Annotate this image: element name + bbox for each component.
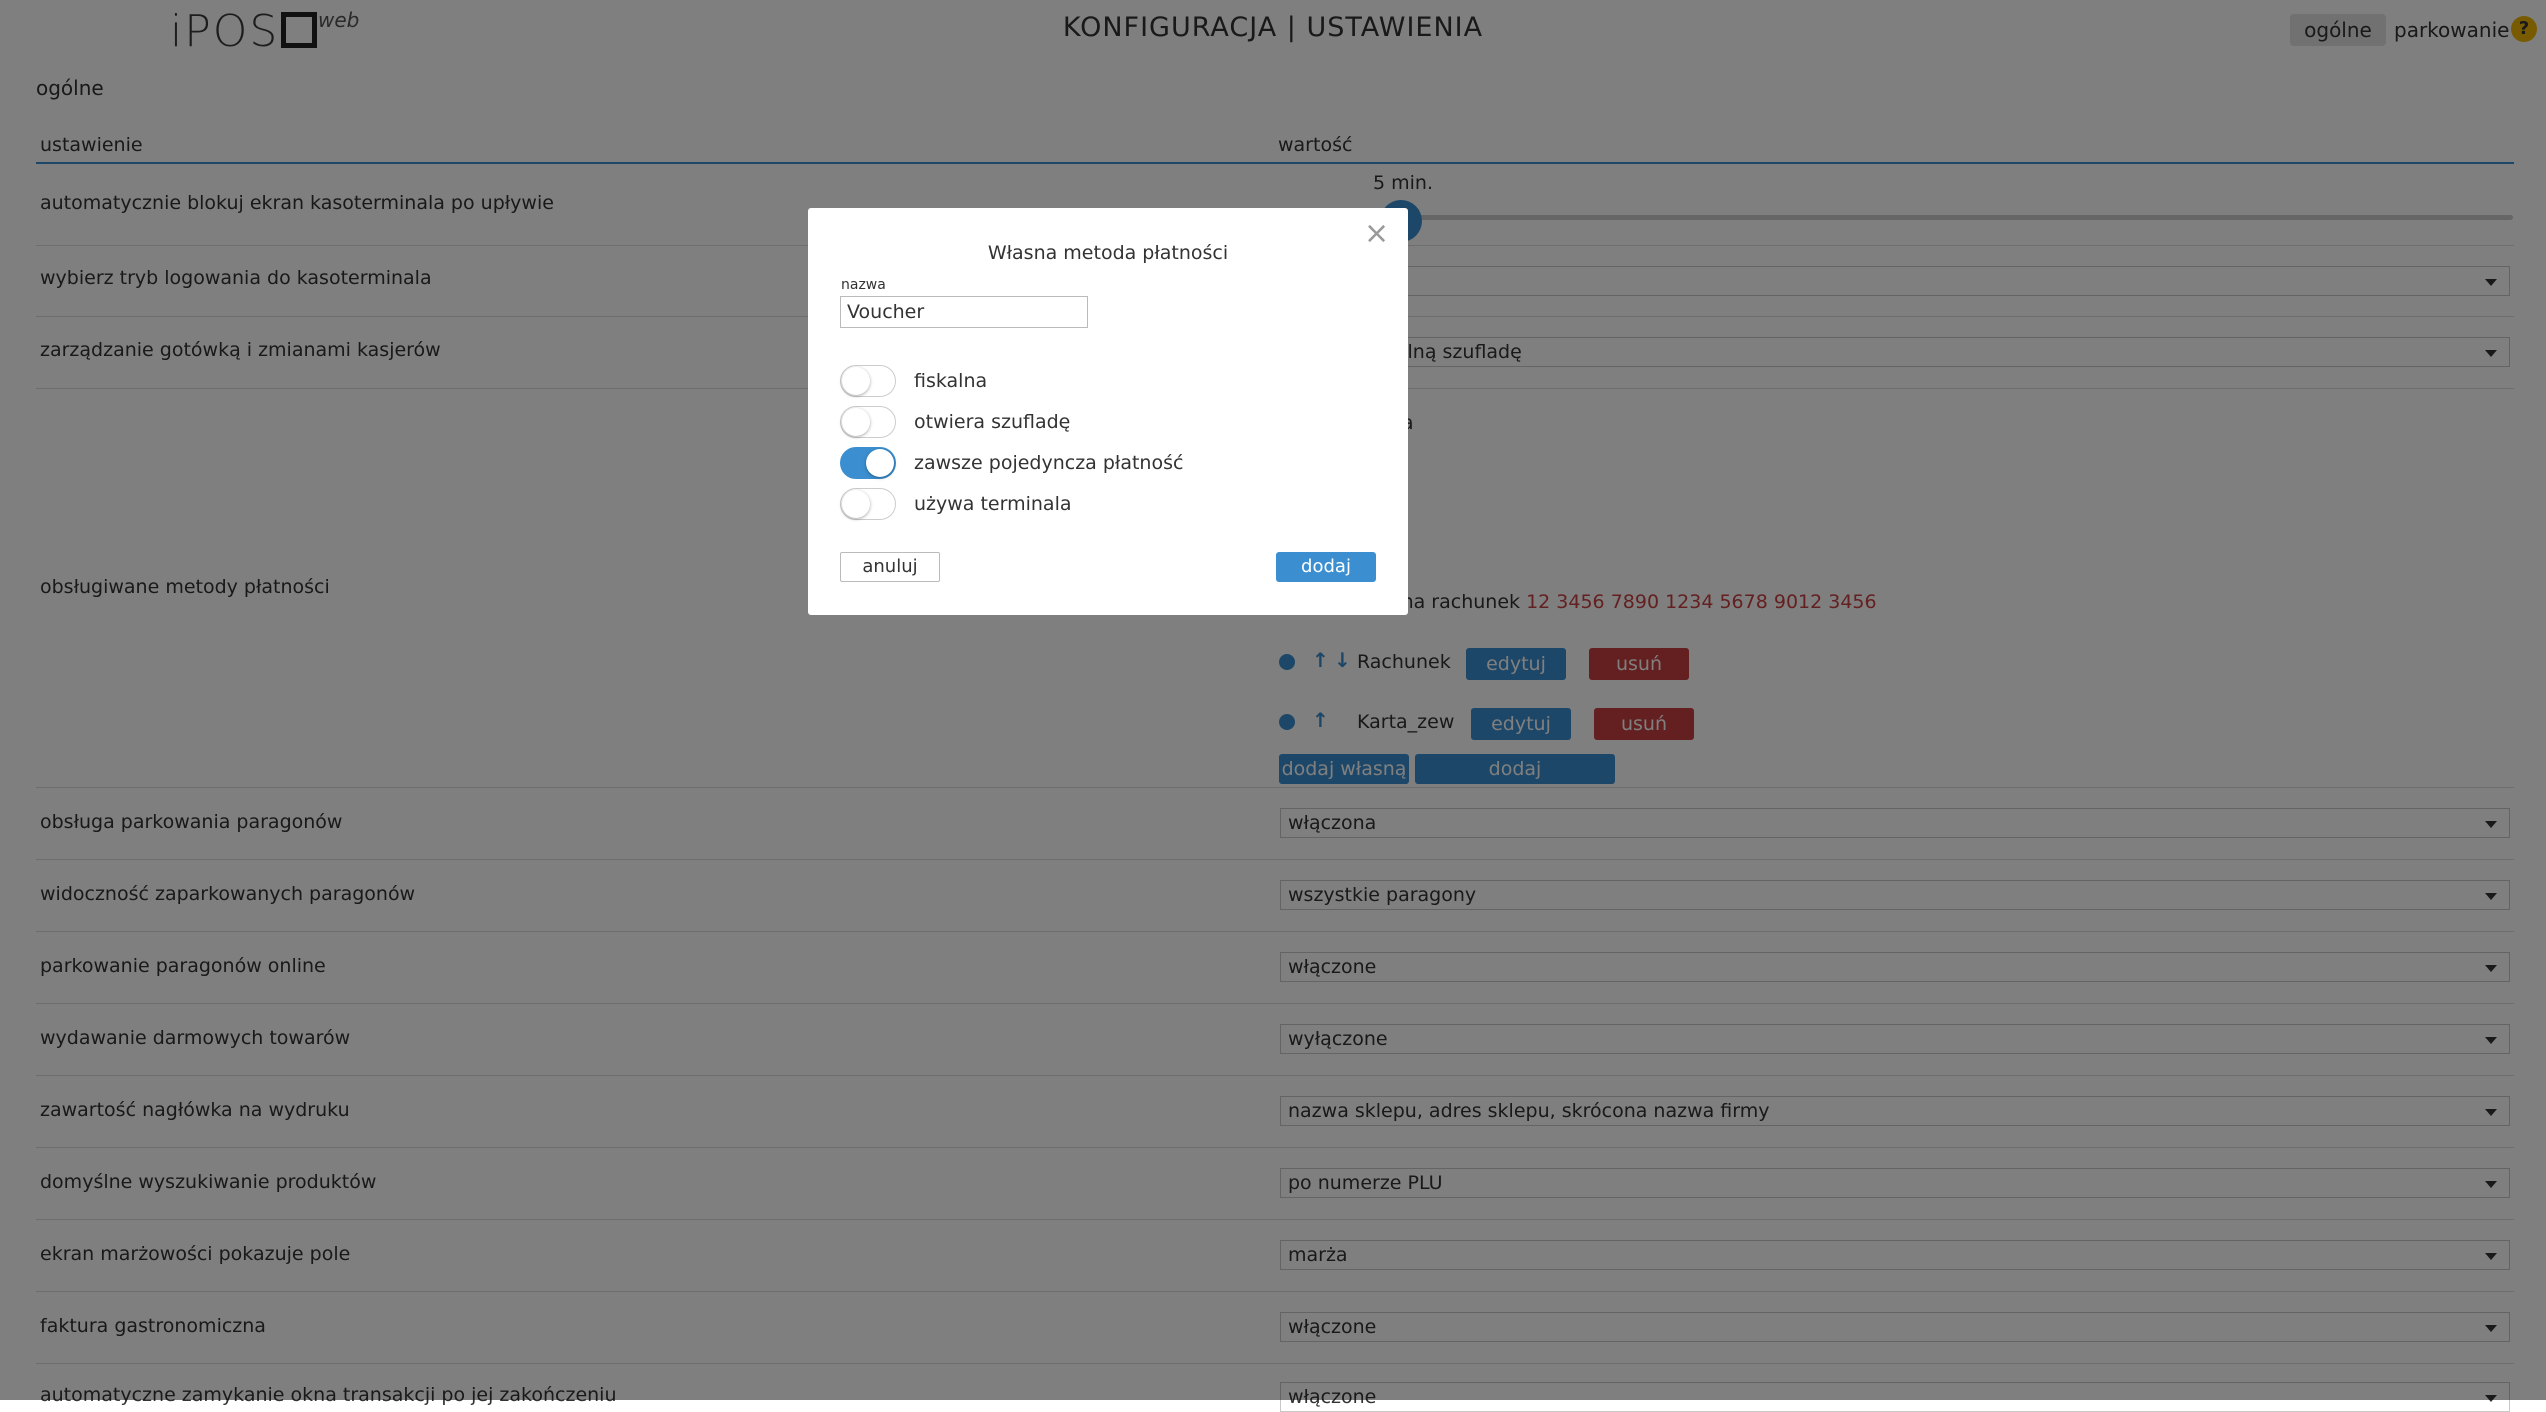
modal-title: Własna metoda płatności [987,242,1229,264]
toggle-fiscal[interactable] [840,365,896,397]
add-button[interactable]: dodaj [1276,552,1376,582]
toggle-label: zawsze pojedyncza płatność [914,452,1184,474]
toggle-opens-drawer[interactable] [840,406,896,438]
toggle-single-payment[interactable] [840,447,896,479]
toggle-knob [842,367,870,395]
toggle-knob [842,490,870,518]
name-label: nazwa [841,277,886,293]
toggle-knob [866,449,894,477]
toggle-label: otwiera szufladę [914,411,1071,433]
name-input[interactable] [840,296,1088,328]
cancel-button[interactable]: anuluj [840,552,940,582]
toggle-knob [842,408,870,436]
toggle-uses-terminal[interactable] [840,488,896,520]
toggle-label: fiskalna [914,370,988,392]
toggle-label: używa terminala [914,493,1072,515]
